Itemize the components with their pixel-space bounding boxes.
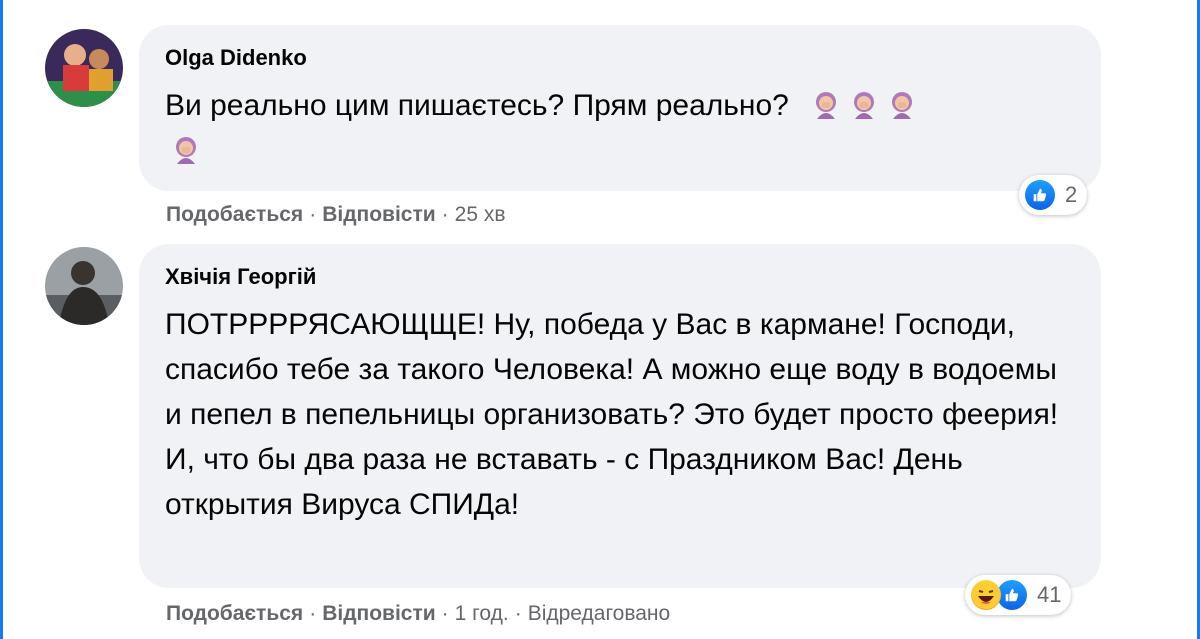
like-link[interactable]: Подобається bbox=[166, 203, 303, 226]
like-icon bbox=[1025, 180, 1055, 210]
comment-bubble: Хвічія Георгій ПОТРРРРЯСАЮЩЩЕ! Ну, побед… bbox=[139, 244, 1101, 588]
avatar[interactable] bbox=[45, 247, 123, 325]
avatar[interactable] bbox=[45, 29, 123, 107]
comment-author[interactable]: Хвічія Георгій bbox=[165, 264, 1075, 290]
haha-icon bbox=[971, 580, 1001, 610]
separator: · bbox=[441, 203, 449, 226]
comment-text: Ви реально цим пишаєтесь? Прям реально? bbox=[165, 83, 1075, 173]
comment-actions: Подобається · Відповісти · 1 год. · Відредагов… bbox=[166, 602, 670, 626]
comment-body: ПОТРРРРЯСАЮЩЩЕ! Ну, победа у Вас в карма… bbox=[165, 308, 1059, 521]
woman-facepalming-icon bbox=[849, 87, 879, 119]
comment-bubble: Olga Didenko Ви реально цим пишаєтесь? П… bbox=[139, 25, 1101, 191]
reaction-count: 41 bbox=[1037, 582, 1062, 607]
woman-facepalming-icon bbox=[887, 87, 917, 119]
reactions-summary[interactable]: 2 bbox=[1019, 175, 1088, 215]
woman-facepalming-icon bbox=[171, 132, 201, 164]
separator: · bbox=[441, 602, 449, 625]
woman-facepalming-icon bbox=[811, 87, 841, 119]
separator: · bbox=[514, 602, 522, 625]
comment-author[interactable]: Olga Didenko bbox=[165, 45, 1075, 71]
reply-link[interactable]: Відповісти bbox=[322, 602, 435, 625]
separator: · bbox=[309, 602, 317, 625]
timestamp[interactable]: 25 хв bbox=[455, 203, 506, 226]
reaction-count: 2 bbox=[1065, 182, 1078, 207]
comment-actions: Подобається · Відповісти · 25 хв bbox=[166, 203, 506, 227]
like-link[interactable]: Подобається bbox=[166, 602, 303, 625]
reactions-summary[interactable]: 41 bbox=[965, 575, 1072, 615]
separator: · bbox=[309, 203, 317, 226]
comment-body: Ви реально цим пишаєтесь? Прям реально? bbox=[165, 89, 789, 122]
edited-label[interactable]: Відредаговано bbox=[528, 602, 671, 625]
reply-link[interactable]: Відповісти bbox=[322, 203, 435, 226]
like-icon bbox=[997, 580, 1027, 610]
timestamp[interactable]: 1 год. bbox=[455, 602, 509, 625]
